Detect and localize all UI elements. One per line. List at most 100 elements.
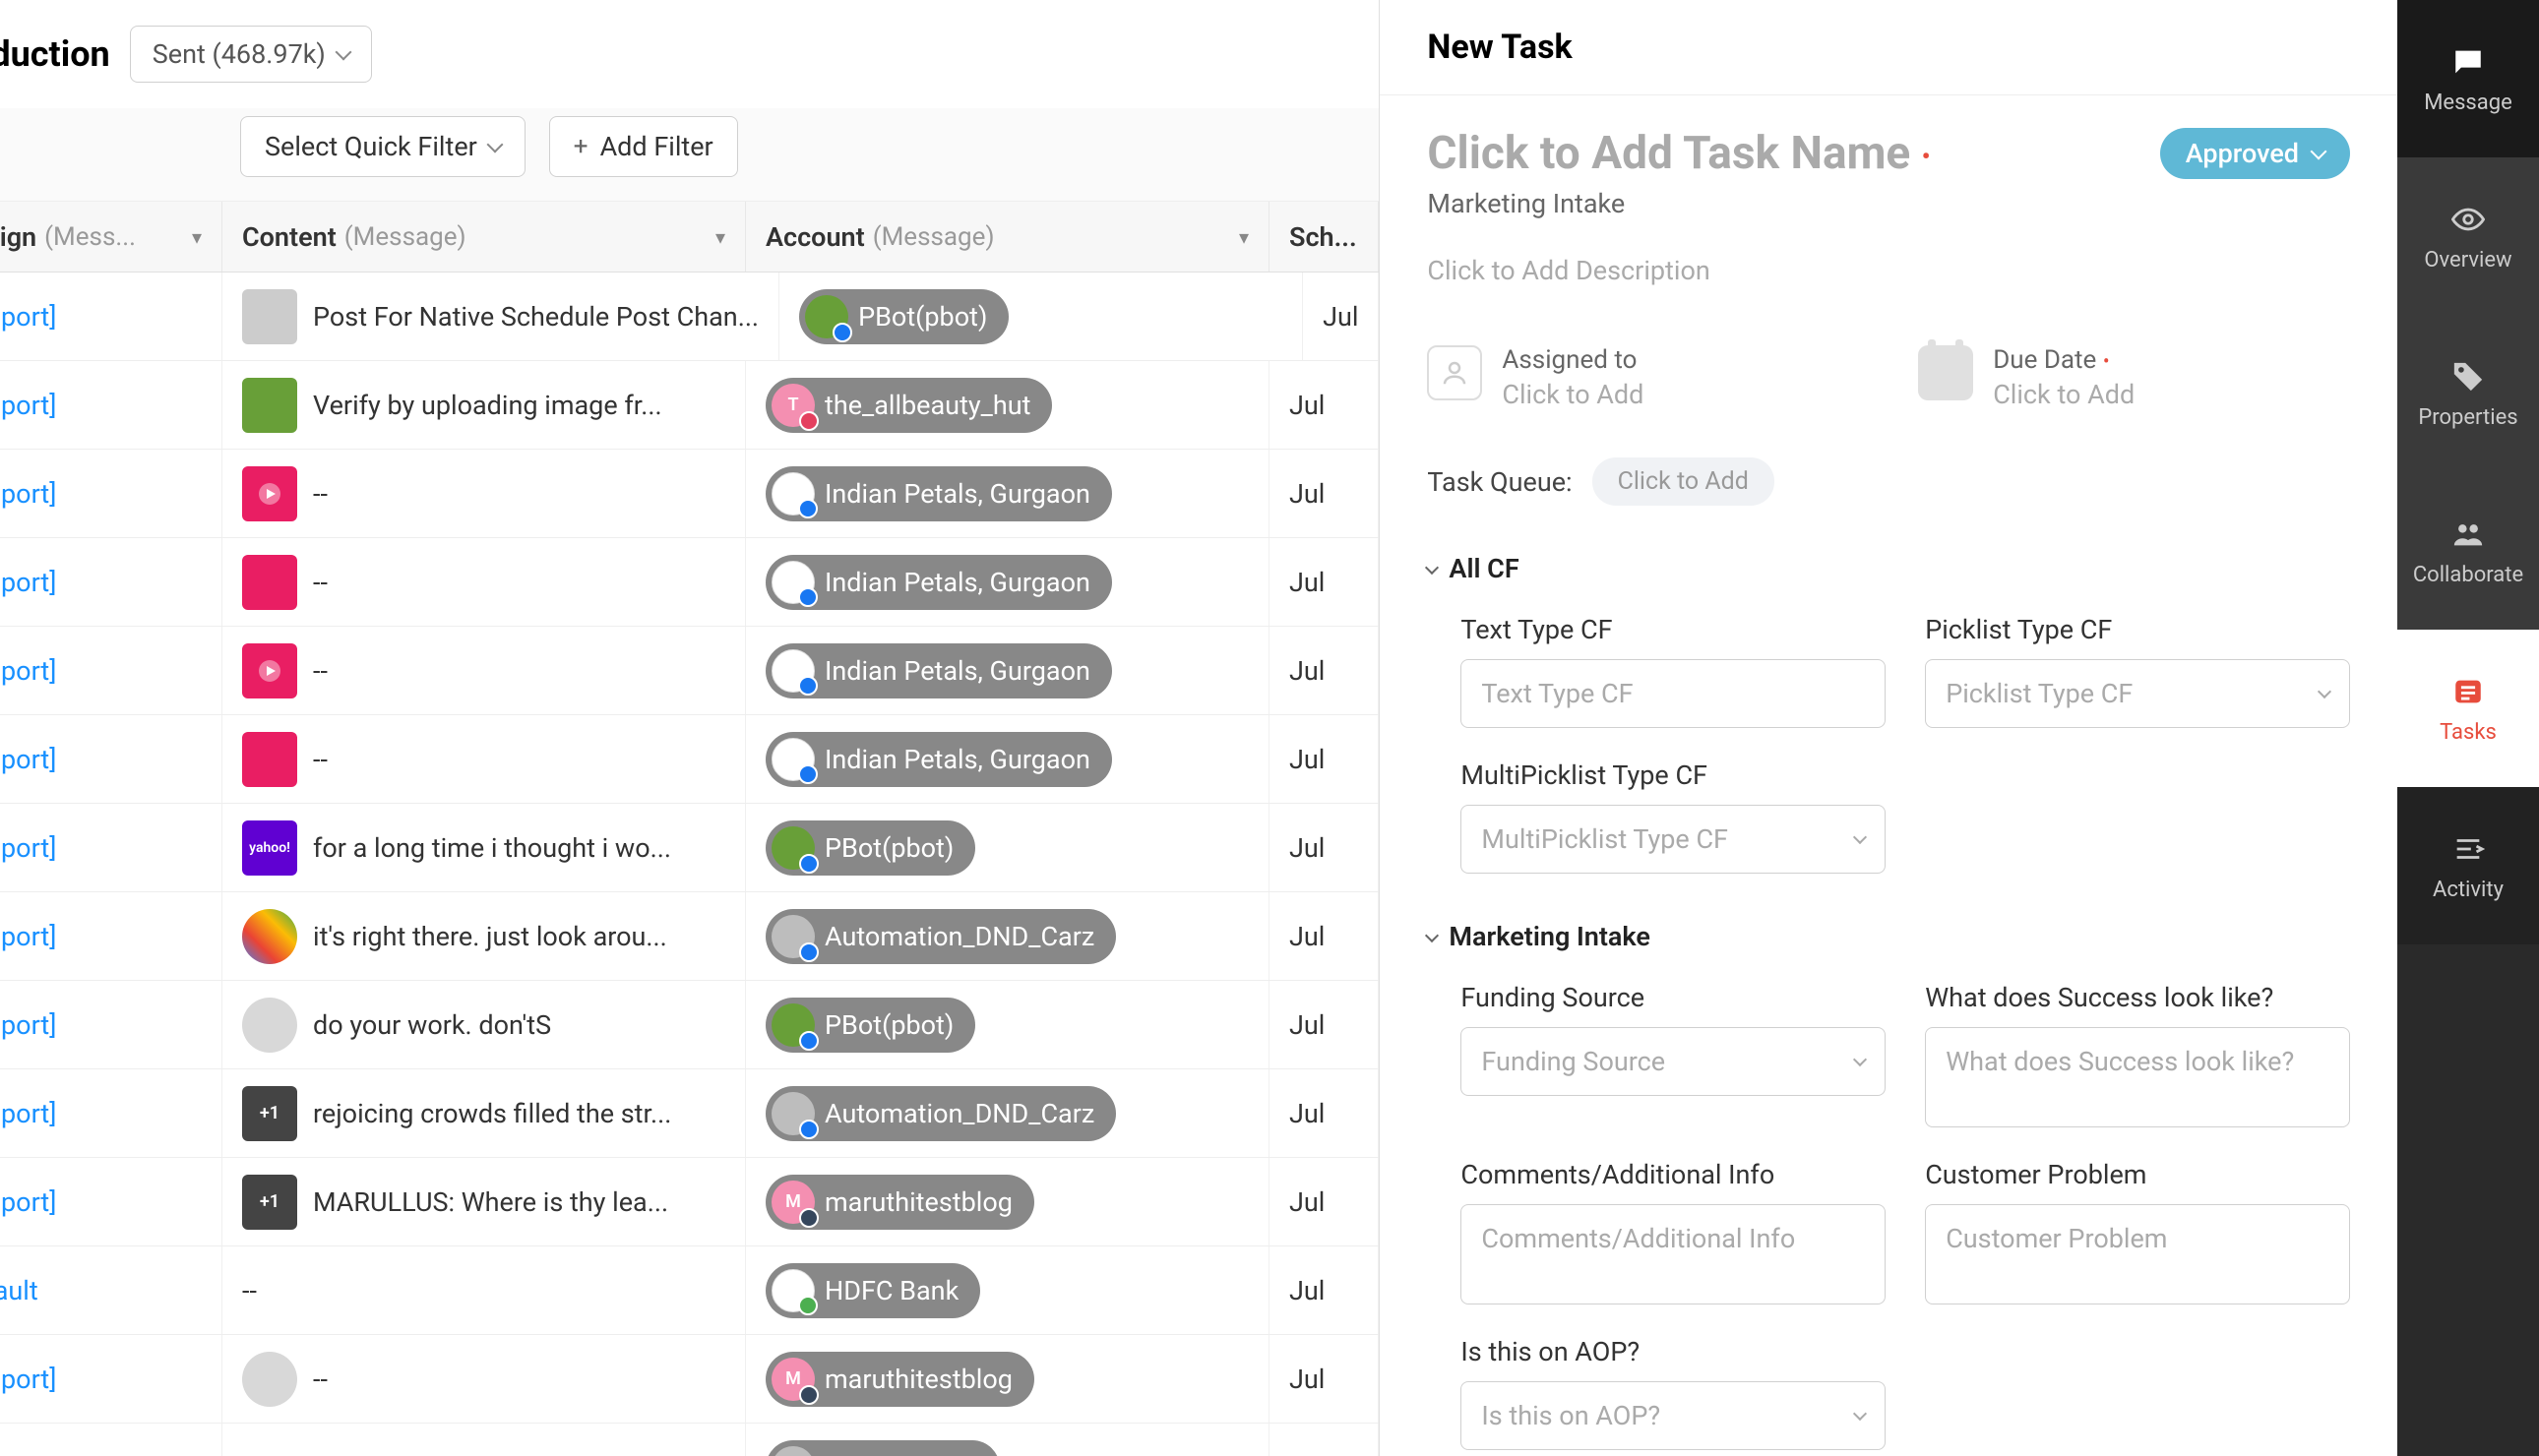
scheduled-text: Jul (1289, 655, 1325, 687)
table-row[interactable]: Import]do your work. don'tSPBot(pbot)Jul (0, 981, 1379, 1069)
grid-body[interactable]: Import]Post For Native Schedule Post Cha… (0, 273, 1379, 1456)
account-chip[interactable]: HDFC Bank (766, 1263, 980, 1318)
task-title-input[interactable]: Click to Add Task Name • (1427, 127, 1930, 180)
content-text: -- (313, 744, 328, 775)
account-chip[interactable]: PBot(pbot) (766, 998, 975, 1053)
account-chip[interactable]: Mmaruthitestblog (766, 1175, 1034, 1230)
campaign-link[interactable]: Import] (0, 567, 56, 598)
account-cell: Indian Petals, Gurgaon (746, 450, 1270, 537)
table-row[interactable]: Import]--Indian Petals, GurgaonJul (0, 450, 1379, 538)
customer-textarea[interactable] (1925, 1204, 2350, 1304)
list-icon (2449, 673, 2487, 710)
campaign-link[interactable]: Import] (0, 1364, 56, 1395)
campaign-link[interactable]: Campaig (0, 1452, 77, 1456)
add-filter-button[interactable]: + Add Filter (549, 116, 738, 177)
campaign-cell: Import] (0, 538, 222, 626)
sent-dropdown[interactable]: Sent (468.97k) (130, 26, 372, 83)
campaign-col-label: paign (0, 221, 36, 253)
scheduled-cell (1270, 1424, 1379, 1456)
section-all-cf[interactable]: All CF (1380, 506, 2397, 584)
campaign-link[interactable]: Import] (0, 1186, 56, 1218)
column-campaign[interactable]: paign (Mess... ▾ (0, 202, 222, 272)
campaign-link[interactable]: Import] (0, 832, 56, 864)
sidebar-item-properties[interactable]: Properties (2397, 315, 2539, 472)
campaign-link[interactable]: Import] (0, 1098, 56, 1129)
account-chip[interactable]: Indian Petals, Gurgaon (766, 643, 1112, 698)
aop-select[interactable]: Is this on AOP? (1460, 1381, 1886, 1450)
account-chip[interactable]: Indian Petals, Gurgaon (766, 466, 1112, 521)
table-row[interactable]: efault--HDFC BankJul (0, 1246, 1379, 1335)
table-row[interactable]: Import]--Indian Petals, GurgaonJul (0, 627, 1379, 715)
quick-filter-dropdown[interactable]: Select Quick Filter (240, 116, 526, 177)
sidebar-item-overview[interactable]: Overview (2397, 157, 2539, 315)
table-row[interactable]: Import]it's right there. just look arou.… (0, 892, 1379, 981)
status-approved-button[interactable]: Approved (2160, 128, 2350, 179)
social-badge-icon (799, 1120, 819, 1139)
assigned-to-block[interactable]: Assigned to Click to Add (1427, 345, 1859, 410)
scheduled-cell: Jul (1270, 627, 1379, 714)
table-row[interactable]: Import]--Indian Petals, GurgaonJul (0, 538, 1379, 627)
table-row[interactable]: Import]yahoo!for a long time i thought i… (0, 804, 1379, 892)
due-date-label: Due Date • (1993, 345, 2135, 375)
campaign-link[interactable]: Import] (0, 301, 56, 333)
column-scheduled[interactable]: Sch... (1270, 202, 1379, 272)
table-row[interactable]: Import]Post For Native Schedule Post Cha… (0, 273, 1379, 361)
table-row[interactable]: Import]+1rejoicing crowds filled the str… (0, 1069, 1379, 1158)
account-chip[interactable]: Tthe_allbeauty_hut (766, 378, 1052, 433)
assigned-to-action[interactable]: Click to Add (1502, 379, 1643, 410)
account-col-label: Account (766, 221, 865, 253)
table-row[interactable]: Import]--MmaruthitestblogJul (0, 1335, 1379, 1424)
text-type-input[interactable] (1460, 659, 1886, 728)
campaign-link[interactable]: Import] (0, 478, 56, 510)
table-row[interactable]: Campaig check quote tweet 1595592628459 sp… (0, 1424, 1379, 1456)
account-chip[interactable]: sprsandeep1 (766, 1440, 1000, 1456)
comments-textarea[interactable] (1460, 1204, 1886, 1304)
due-date-action[interactable]: Click to Add (1993, 379, 2135, 410)
campaign-link[interactable]: Import] (0, 390, 56, 421)
campaign-cell: efault (0, 1246, 222, 1334)
account-name: Automation_DND_Carz (825, 921, 1094, 952)
table-row[interactable]: Import]Verify by uploading image fr...Tt… (0, 361, 1379, 450)
funding-select[interactable]: Funding Source (1460, 1027, 1886, 1096)
sidebar-item-message[interactable]: Message (2397, 0, 2539, 157)
account-chip[interactable]: Automation_DND_Carz (766, 909, 1116, 964)
picklist-select[interactable]: Picklist Type CF (1925, 659, 2350, 728)
multipicklist-select[interactable]: MultiPicklist Type CF (1460, 805, 1886, 874)
table-row[interactable]: Import]--Indian Petals, GurgaonJul (0, 715, 1379, 804)
section-all-cf-label: All CF (1449, 553, 1518, 584)
content-text: check quote tweet 1595592628459 (242, 1452, 659, 1456)
campaign-link[interactable]: Import] (0, 655, 56, 687)
due-date-block[interactable]: Due Date • Click to Add (1918, 345, 2350, 410)
table-row[interactable]: Import]+1MARULLUS: Where is thy lea...Mm… (0, 1158, 1379, 1246)
account-name: Indian Petals, Gurgaon (825, 478, 1090, 510)
sidebar-item-tasks[interactable]: Tasks (2397, 630, 2539, 787)
account-chip[interactable]: PBot(pbot) (766, 820, 975, 876)
task-description-input[interactable]: Click to Add Description (1380, 219, 2397, 286)
account-chip[interactable]: Automation_DND_Carz (766, 1086, 1116, 1141)
account-chip[interactable]: PBot(pbot) (799, 289, 1009, 344)
account-chip[interactable]: Indian Petals, Gurgaon (766, 555, 1112, 610)
sidebar-item-collaborate[interactable]: Collaborate (2397, 472, 2539, 630)
campaign-link[interactable]: Import] (0, 921, 56, 952)
campaign-link[interactable]: Import] (0, 1009, 56, 1041)
text-type-label: Text Type CF (1460, 614, 1886, 645)
field-multipicklist: MultiPicklist Type CF MultiPicklist Type… (1460, 759, 1886, 874)
section-marketing-intake[interactable]: Marketing Intake (1380, 874, 2397, 952)
campaign-cell: Import] (0, 804, 222, 891)
content-text: -- (313, 478, 328, 510)
account-chip[interactable]: Mmaruthitestblog (766, 1352, 1034, 1407)
column-content[interactable]: Content (Message) ▾ (222, 202, 746, 272)
sidebar-item-activity[interactable]: Activity (2397, 787, 2539, 944)
account-chip[interactable]: Indian Petals, Gurgaon (766, 732, 1112, 787)
chevron-down-icon (2318, 685, 2331, 698)
campaign-link[interactable]: Import] (0, 744, 56, 775)
calendar-icon (1918, 345, 1973, 400)
scheduled-text: Jul (1289, 390, 1325, 421)
success-textarea[interactable] (1925, 1027, 2350, 1127)
column-account[interactable]: Account (Message) ▾ (746, 202, 1270, 272)
content-cell: -- (222, 538, 746, 626)
grid-header: paign (Mess... ▾ Content (Message) ▾ Acc… (0, 202, 1379, 273)
campaign-link[interactable]: efault (0, 1275, 38, 1306)
task-queue-add-button[interactable]: Click to Add (1592, 457, 1774, 506)
content-cell: -- (222, 450, 746, 537)
